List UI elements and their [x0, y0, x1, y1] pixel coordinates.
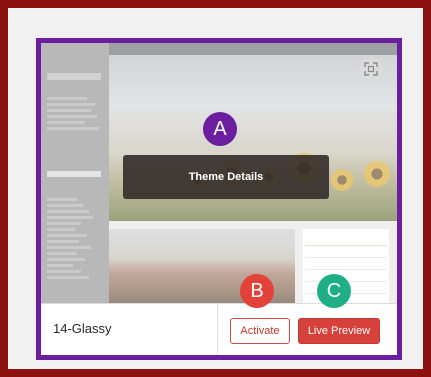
theme-screenshot[interactable]: Theme Details — [41, 43, 397, 303]
theme-details-button[interactable]: Theme Details — [123, 155, 329, 199]
activate-button[interactable]: Activate — [230, 318, 290, 344]
theme-card[interactable]: Theme Details 14-Glassy Activate Live Pr… — [36, 38, 402, 360]
footer-divider — [217, 304, 218, 355]
expand-preview-button[interactable] — [359, 57, 383, 81]
marker-a: A — [203, 112, 237, 146]
theme-details-label: Theme Details — [188, 171, 264, 183]
marker-c: C — [317, 274, 351, 308]
theme-card-footer: 14-Glassy Activate Live Preview — [41, 303, 397, 355]
expand-icon — [364, 62, 378, 76]
theme-name: 14-Glassy — [53, 321, 112, 336]
marker-b: B — [240, 274, 274, 308]
live-preview-button[interactable]: Live Preview — [298, 318, 380, 344]
